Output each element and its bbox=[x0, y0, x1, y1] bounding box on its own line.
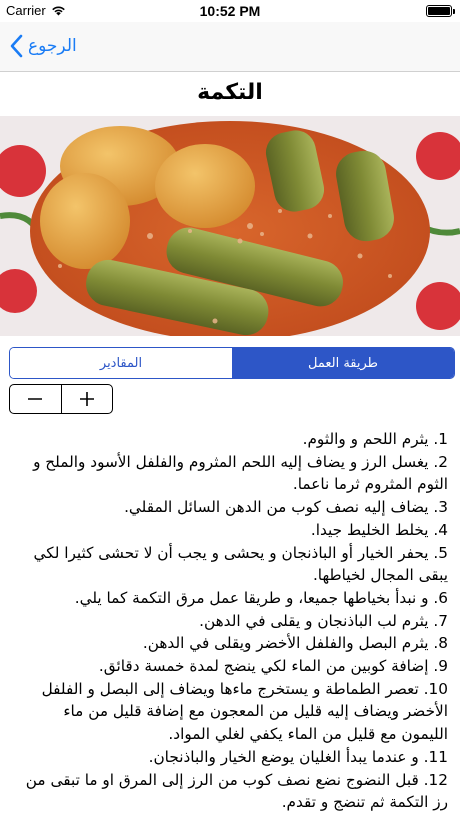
list-item: 8. يثرم البصل والفلفل الأخضر ويقلى في ال… bbox=[142, 634, 448, 653]
recipe-tabs: طريقة العمل المقادير bbox=[9, 347, 455, 379]
back-button[interactable]: الرجوع bbox=[10, 34, 77, 58]
navigation-bar: الرجوع bbox=[0, 22, 460, 72]
recipe-title: التكمة bbox=[197, 80, 263, 105]
instructions-list: 1. يثرم اللحم و والثوم. 2. يغسل الرز و ي… bbox=[18, 428, 448, 814]
plus-icon bbox=[79, 392, 94, 406]
text-size-stepper bbox=[9, 384, 113, 414]
list-item: 10. تعصر الطماطة و يستخرج ماءها ويضاف إل… bbox=[41, 679, 448, 744]
status-bar: Carrier 10:52 PM bbox=[0, 0, 460, 22]
list-item: 9. إضافة كوبين من الماء لكي ينضج لمدة خم… bbox=[98, 657, 448, 676]
list-item: 11. و عندما يبدأ الغليان يوضع الخيار وال… bbox=[148, 747, 448, 766]
minus-icon bbox=[28, 398, 43, 400]
battery-icon bbox=[426, 5, 455, 17]
tab-instructions[interactable]: طريقة العمل bbox=[232, 348, 454, 378]
decrease-button[interactable] bbox=[10, 385, 61, 413]
list-item: 4. يخلط الخليط جيدا. bbox=[310, 520, 448, 539]
list-item: 2. يغسل الرز و يضاف إليه اللحم المثروم و… bbox=[33, 452, 448, 494]
list-item: 1. يثرم اللحم و والثوم. bbox=[302, 430, 448, 448]
list-item: 7. يثرم لب الباذنجان و يقلى في الدهن. bbox=[199, 611, 448, 630]
list-item: 12. قبل النضوج نضع نصف كوب من الرز إلى ا… bbox=[25, 770, 448, 812]
recipe-photo bbox=[0, 116, 460, 336]
list-item: 3. يضاف إليه نصف كوب من الدهن السائل الم… bbox=[124, 498, 448, 517]
increase-button[interactable] bbox=[60, 385, 113, 413]
status-time: 10:52 PM bbox=[199, 3, 261, 19]
tab-ingredients[interactable]: المقادير bbox=[10, 348, 232, 378]
chevron-left-icon bbox=[10, 34, 23, 58]
list-item: 6. و نبدأ بخياطها جميعا، و طريقا عمل مرق… bbox=[74, 588, 448, 607]
list-item: 5. يحفر الخيار أو الباذنجان و يحشى و يجب… bbox=[33, 543, 448, 585]
back-label: الرجوع bbox=[28, 36, 77, 56]
